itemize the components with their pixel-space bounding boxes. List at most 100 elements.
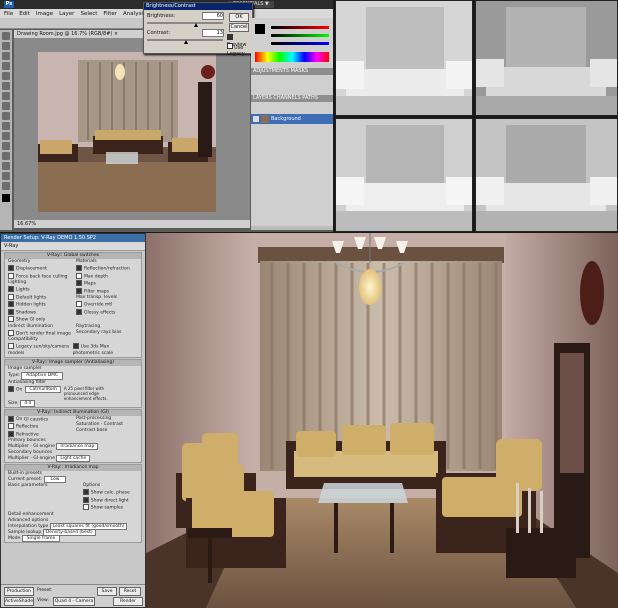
menu-item-edit[interactable]: Edit [19,11,30,17]
save-button[interactable]: Save [97,587,117,596]
shadows-checkbox[interactable]: Shadows [5,308,73,317]
dont-render-checkbox[interactable]: Don't render final image [5,329,73,338]
displacement-label: Displacement [16,266,47,272]
mode-row: Mode Single frame [5,534,141,542]
move-tool-icon[interactable] [2,32,10,40]
show-calc-checkbox[interactable]: Show calc. phase [80,489,141,497]
size-label: Size: [8,400,19,406]
max-depth-label: Max depth [84,274,108,279]
filter-size-row: Size: 4.0 [5,399,141,407]
eyedropper-tool-icon[interactable] [2,82,10,90]
contrast-field[interactable]: 13 [202,29,224,37]
view-dropdown[interactable]: Quad 4 - Camera [53,597,95,606]
shape-tool-icon[interactable] [2,162,10,170]
adjustments-tab[interactable]: ADJUSTMENTS MASKS [251,68,333,75]
lasso-tool-icon[interactable] [2,52,10,60]
pass-image-1 [336,1,472,115]
reset-button[interactable]: Reset [119,587,141,596]
current-preset-label: Current preset: [8,477,43,482]
eye-icon[interactable] [253,116,259,122]
use-3ds-checkbox[interactable]: Use 3ds Max photometric scale [72,343,137,357]
menu-item-image[interactable]: Image [36,11,53,17]
reflective-checkbox[interactable]: Reflective [5,423,73,431]
reflective-label: Reflective [16,424,39,430]
max-depth-checkbox[interactable]: Max depth [73,272,141,281]
reflection-checkbox[interactable]: Reflection/refraction [73,265,141,273]
rollout-indirect-illumination: V-Ray:: Indirect illumination (GI) On GI… [4,408,142,463]
preset-dropdown[interactable]: Low [43,476,67,483]
document-canvas[interactable] [38,52,216,212]
show-samples-checkbox[interactable]: Show samples [80,504,141,512]
show-gi-only-checkbox[interactable]: Show GI only [5,316,73,324]
pen-tool-icon[interactable] [2,142,10,150]
primary-engine-dropdown[interactable]: Irradiance map [56,443,99,450]
use-legacy-checkbox[interactable]: Use Legacy [227,43,252,57]
ok-button[interactable]: OK [229,13,249,22]
cancel-button[interactable]: Cancel [229,23,249,32]
brightness-field[interactable]: 60 [202,12,224,20]
refractive-checkbox[interactable]: Refractive [5,430,73,439]
contrast-slider-handle[interactable] [184,40,188,44]
menu-item-layer[interactable]: Layer [59,11,74,17]
final-render-image [146,233,618,608]
show-direct-checkbox[interactable]: Show direct light [80,496,141,505]
activeshade-radio[interactable]: ActiveShade [4,597,34,606]
brush-tool-icon[interactable] [2,92,10,100]
layer-name: Background [271,116,301,122]
filter-maps-checkbox[interactable]: Filter maps [73,287,141,296]
displacement-checkbox[interactable]: Displacement [5,265,73,273]
red-slider[interactable] [271,26,329,29]
dodge-tool-icon[interactable] [2,132,10,140]
room-thumbnail-image [38,52,216,212]
wand-tool-icon[interactable] [2,62,10,70]
menu-item-filter[interactable]: Filter [103,11,117,17]
green-slider[interactable] [271,34,329,37]
force-back-checkbox[interactable]: Force back face culling [5,272,73,281]
dialog-title: Brightness/Contrast [144,3,252,10]
foreground-color-swatch[interactable] [2,194,10,202]
override-mtl-checkbox[interactable]: Override mtl [73,301,141,309]
color-ramp[interactable] [255,52,329,62]
side-table [188,528,232,538]
crop-tool-icon[interactable] [2,72,10,80]
size-field[interactable]: 4.0 [20,399,36,407]
secondary-engine-dropdown[interactable]: Light cache [56,455,91,462]
menu-item-select[interactable]: Select [80,11,97,17]
maps-checkbox[interactable]: Maps [73,280,141,288]
legacy-sun-checkbox[interactable]: Legacy sun/sky/camera models [8,343,73,357]
panels-dock: ADJUSTMENTS MASKS LAYERS CHANNELS PATHS … [251,18,333,230]
lights-checkbox[interactable]: Lights [5,286,73,294]
zoom-tool-icon[interactable] [2,182,10,190]
marquee-tool-icon[interactable] [2,42,10,50]
hidden-lights-checkbox[interactable]: Hidden lights [5,301,73,309]
filter-on-checkbox[interactable]: On [8,385,23,401]
ps-logo-icon: Ps [4,1,14,8]
layer-row-background[interactable]: Background [251,114,333,124]
type-tool-icon[interactable] [2,152,10,160]
filter-dropdown[interactable]: CatmullRom [25,385,61,393]
render-button[interactable]: Render [113,597,143,606]
stamp-tool-icon[interactable] [2,102,10,110]
gradient-tool-icon[interactable] [2,122,10,130]
glossy-checkbox[interactable]: Glossy effects [73,308,141,317]
gi-engine-label: GI engine [33,444,55,449]
force-back-label: Force back face culling [16,274,68,279]
default-lights-checkbox[interactable]: Default lights [5,293,73,302]
eraser-tool-icon[interactable] [2,112,10,120]
brightness-slider-handle[interactable] [194,23,198,27]
fg-color-swatch[interactable] [255,24,265,34]
production-dropdown[interactable]: Production [4,587,34,596]
shadows-label: Shadows [16,310,37,315]
pass-image-2 [476,1,617,115]
menu-item-file[interactable]: File [4,11,13,17]
tab-vray[interactable]: V-Ray [1,242,145,251]
filter-on-label: On [16,387,23,392]
dont-render-label: Don't render final image [16,331,71,336]
layers-tab[interactable]: LAYERS CHANNELS PATHS [251,95,333,102]
mode-dropdown[interactable]: Single frame [21,534,61,542]
blue-slider[interactable] [271,42,329,45]
hand-tool-icon[interactable] [2,172,10,180]
show-samples-label: Show samples [90,505,124,511]
sampler-type-dropdown[interactable]: Adaptive DMC [21,371,64,380]
gi-on-checkbox[interactable]: On [8,415,22,422]
